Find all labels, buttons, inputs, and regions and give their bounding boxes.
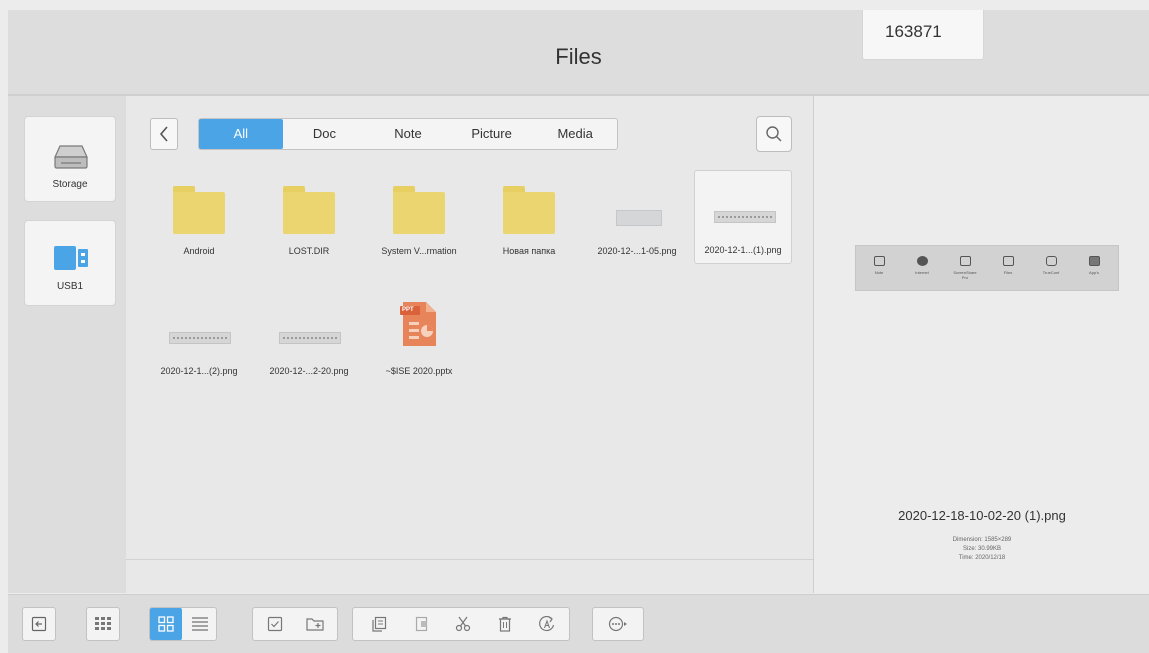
folder-icon xyxy=(173,186,225,234)
file-name: ~$ISE 2020.pptx xyxy=(385,366,453,376)
folder-icon xyxy=(503,186,555,234)
file-name: 2020-12-...2-20.png xyxy=(269,366,349,376)
image-thumbnail xyxy=(714,211,776,223)
preview-dimension: Dimension: 1585×289 xyxy=(952,537,1012,543)
back-button[interactable] xyxy=(150,118,178,150)
apps-button[interactable] xyxy=(86,607,120,641)
folder-icon xyxy=(283,186,335,234)
file-browser: All Doc Note Picture Media Android LOST.… xyxy=(126,96,814,593)
new-folder-icon xyxy=(306,618,324,631)
delete-button[interactable] xyxy=(489,608,521,640)
file-name: LOST.DIR xyxy=(288,246,330,256)
checkbox-icon xyxy=(267,616,283,632)
list-view-button[interactable] xyxy=(184,608,216,640)
device-label: USB1 xyxy=(56,281,84,292)
device-usb1[interactable]: USB1 xyxy=(24,220,116,306)
divider xyxy=(126,559,813,560)
tab-media[interactable]: Media xyxy=(533,119,617,149)
storage-drive-icon xyxy=(54,145,88,169)
file-name: 2020-12-...1-05.png xyxy=(597,246,677,256)
multi-select-button[interactable] xyxy=(259,608,291,640)
search-button[interactable] xyxy=(756,116,792,152)
apps-icon: App's xyxy=(1079,252,1109,286)
preview-pane: Note Internet ScreenShare Pro Files True… xyxy=(815,96,1149,593)
chevron-left-icon xyxy=(159,126,168,142)
ppt-badge: PPT xyxy=(402,307,414,313)
ppt-file-icon: PPT xyxy=(400,300,438,348)
tab-note[interactable]: Note xyxy=(366,119,450,149)
list-view-icon xyxy=(192,617,208,631)
exit-icon xyxy=(31,616,47,632)
preview-time: Time: 2020/12/18 xyxy=(958,555,1006,561)
file-name: Android xyxy=(183,246,215,256)
select-group xyxy=(252,607,338,641)
search-icon xyxy=(766,126,782,142)
image-thumbnail xyxy=(169,332,231,344)
title-bar: Files 163871 xyxy=(8,10,1149,96)
tab-all[interactable]: All xyxy=(199,119,283,149)
file-item[interactable]: LOST.DIR xyxy=(260,172,358,266)
board-icon: Note xyxy=(864,252,894,286)
copy-icon xyxy=(372,616,387,632)
rename-icon xyxy=(539,616,555,632)
tab-doc[interactable]: Doc xyxy=(283,119,367,149)
apps-grid-icon xyxy=(95,617,111,630)
id-badge: 163871 xyxy=(862,10,984,60)
file-item[interactable]: PPT ~$ISE 2020.pptx xyxy=(370,292,468,386)
folder-icon xyxy=(393,186,445,234)
device-storage[interactable]: Storage xyxy=(24,116,116,202)
bottom-toolbar xyxy=(8,594,1149,653)
file-item[interactable]: 2020-12-1...(2).png xyxy=(150,292,248,386)
view-mode-group xyxy=(149,607,217,641)
file-item[interactable]: Новая папка xyxy=(480,172,578,266)
file-item[interactable]: System V...rmation xyxy=(370,172,468,266)
cut-button[interactable] xyxy=(447,608,479,640)
paste-icon xyxy=(415,616,428,632)
cast-icon: ScreenShare Pro xyxy=(950,252,980,286)
more-button[interactable] xyxy=(592,607,644,641)
scissors-icon xyxy=(455,616,471,632)
folder-icon: Files xyxy=(993,252,1023,286)
file-name: 2020-12-1...(2).png xyxy=(160,366,238,376)
filter-tabs: All Doc Note Picture Media xyxy=(198,118,618,150)
preview-image: Note Internet ScreenShare Pro Files True… xyxy=(855,245,1119,291)
conference-icon: TrueConf xyxy=(1036,252,1066,286)
image-thumbnail xyxy=(279,332,341,344)
new-folder-button[interactable] xyxy=(299,608,331,640)
grid-view-button[interactable] xyxy=(150,608,182,640)
paste-button[interactable] xyxy=(405,608,437,640)
file-name: 2020-12-1...(1).png xyxy=(704,245,782,255)
more-icon xyxy=(608,616,627,632)
preview-filename: 2020-12-18-10-02-20 (1).png xyxy=(898,508,1066,523)
copy-button[interactable] xyxy=(363,608,395,640)
exit-button[interactable] xyxy=(22,607,56,641)
file-actions-group xyxy=(352,607,570,641)
file-item-selected[interactable]: 2020-12-1...(1).png xyxy=(694,170,792,264)
grid-view-icon xyxy=(158,616,174,632)
rename-button[interactable] xyxy=(531,608,563,640)
file-item[interactable]: 2020-12-...1-05.png xyxy=(588,172,686,266)
trash-icon xyxy=(499,616,511,632)
preview-size: Size: 30.99KB xyxy=(962,546,1002,552)
globe-icon: Internet xyxy=(907,252,937,286)
file-name: Новая папка xyxy=(502,246,556,256)
device-label: Storage xyxy=(52,179,88,190)
file-name: System V...rmation xyxy=(381,246,457,256)
storage-sidebar: Storage USB1 xyxy=(8,96,126,593)
tab-picture[interactable]: Picture xyxy=(450,119,534,149)
file-item[interactable]: 2020-12-...2-20.png xyxy=(260,292,358,386)
usb-drive-icon xyxy=(54,246,88,270)
file-item[interactable]: Android xyxy=(150,172,248,266)
image-thumbnail xyxy=(616,210,662,226)
